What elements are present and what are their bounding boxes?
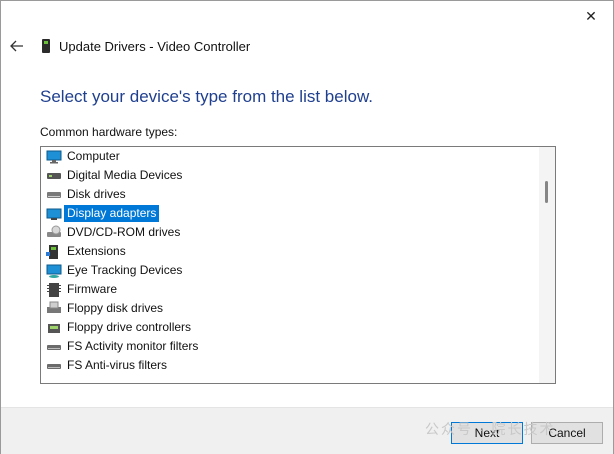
list-item-label: Floppy drive controllers (67, 320, 192, 334)
list-label: Common hardware types: (40, 125, 178, 139)
list-item[interactable]: Digital Media Devices (41, 166, 537, 185)
list-item[interactable]: Extensions (41, 242, 537, 261)
list-item[interactable]: Floppy disk drives (41, 299, 537, 318)
extensions-icon (46, 244, 58, 259)
list-item-label: FS Activity monitor filters (67, 339, 199, 353)
wizard-footer: Next Cancel (1, 407, 613, 454)
list-item-label: DVD/CD-ROM drives (67, 225, 181, 239)
list-item[interactable]: Computer (41, 147, 537, 166)
update-drivers-window: ✕ Update Drivers - Video Controller Sele… (0, 0, 614, 454)
device-driver-icon (42, 39, 50, 53)
firmware-icon (47, 282, 61, 297)
fs-filter-icon (47, 363, 61, 369)
hardware-types-list[interactable]: Computer Digital Media Devices Disk drives… (40, 146, 556, 384)
display-adapter-icon (46, 208, 62, 220)
list-item-label: Computer (67, 149, 120, 163)
floppy-drive-icon (47, 301, 61, 313)
list-item-label: Firmware (67, 282, 117, 296)
list-item-label: Digital Media Devices (67, 168, 183, 182)
back-arrow-icon (10, 40, 23, 52)
list-item-label: Display adapters (64, 205, 160, 222)
list-item[interactable]: FS Anti-virus filters (41, 356, 537, 375)
page-heading: Select your device's type from the list … (40, 87, 374, 106)
fs-filter-icon (47, 344, 61, 350)
computer-icon (46, 150, 62, 163)
scrollbar-thumb[interactable] (545, 181, 548, 203)
floppy-controller-icon (48, 323, 60, 333)
list-item-label: FS Anti-virus filters (67, 358, 168, 372)
list-item[interactable]: Firmware (41, 280, 537, 299)
list-item-label: Floppy disk drives (67, 301, 164, 315)
list-item[interactable]: Eye Tracking Devices (41, 261, 537, 280)
list-item-label: Eye Tracking Devices (67, 263, 183, 277)
back-button[interactable] (7, 36, 27, 56)
cancel-button[interactable]: Cancel (531, 422, 603, 444)
dvd-drive-icon (47, 225, 61, 237)
list-item[interactable]: Floppy drive controllers (41, 318, 537, 337)
list-item[interactable]: Disk drives (41, 185, 537, 204)
next-button[interactable]: Next (451, 422, 523, 444)
disk-drive-icon (47, 191, 61, 198)
list-item[interactable]: DVD/CD-ROM drives (41, 223, 537, 242)
window-title: Update Drivers - Video Controller (59, 39, 251, 54)
list-item-label: Extensions (67, 244, 126, 258)
eye-tracking-icon (46, 264, 62, 278)
media-device-icon (47, 172, 61, 179)
list-item[interactable]: Display adapters (41, 204, 537, 223)
vertical-scrollbar[interactable] (539, 147, 555, 383)
close-icon: ✕ (585, 7, 597, 24)
close-button[interactable]: ✕ (577, 5, 605, 27)
list-item[interactable]: FS Activity monitor filters (41, 337, 537, 356)
list-item-label: Disk drives (67, 187, 126, 201)
